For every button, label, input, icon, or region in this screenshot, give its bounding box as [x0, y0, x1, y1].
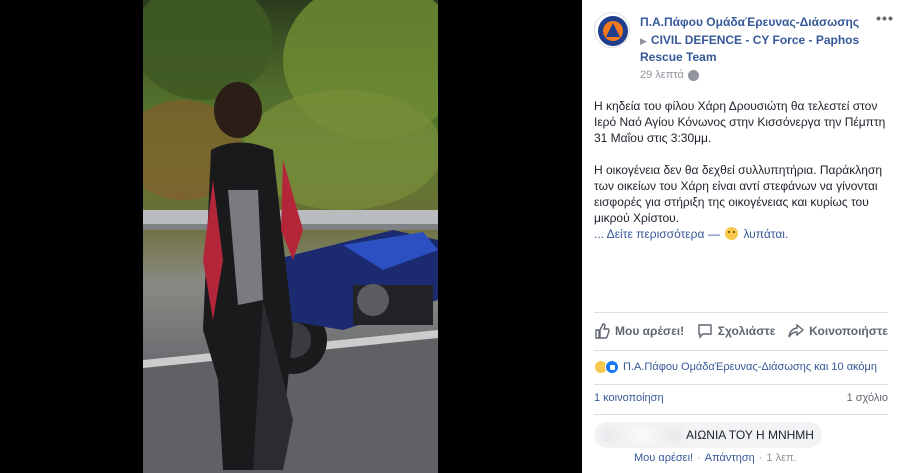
- share-button[interactable]: Κοινοποιήστε: [788, 323, 888, 339]
- thumbs-up-icon: [595, 323, 610, 339]
- more-options-button[interactable]: •••: [876, 11, 894, 28]
- post-meta: 29 λεπτά: [640, 68, 699, 82]
- like-button[interactable]: Μου αρέσει!: [594, 323, 684, 339]
- post-side-panel: Π.Α.Πάφου ΟμάδαΈρευνας-Διάσωσης ▶ CIVIL D…: [582, 0, 900, 473]
- post-actions: Μου αρέσει! Σχολιάστε Κοινοποιήστε: [594, 318, 888, 344]
- comment-reply-link[interactable]: Απάντηση: [705, 452, 755, 464]
- see-more-link[interactable]: ... Δείτε περισσότερα: [594, 227, 704, 241]
- globe-icon: [687, 69, 699, 81]
- group-link[interactable]: ▶ CIVIL DEFENCE - CY Force - Paphos Rescu…: [640, 32, 872, 65]
- group-name[interactable]: CIVIL DEFENCE - CY Force - Paphos Rescue…: [640, 33, 859, 64]
- like-label: Μου αρέσει!: [615, 324, 685, 338]
- photo-viewer: [0, 0, 582, 473]
- comment-time[interactable]: 1 λεπ.: [766, 452, 796, 464]
- divider: [594, 350, 888, 351]
- post-paragraph: Η οικογένεια δεν θα δεχθεί συλλυπητήρια.…: [594, 162, 890, 242]
- separator: ·: [697, 452, 701, 464]
- page-title[interactable]: Π.Α.Πάφου ΟμάδαΈρευνας-Διάσωσης: [640, 14, 872, 30]
- comment-button[interactable]: Σχολιάστε: [697, 323, 776, 339]
- post-time[interactable]: 29 λεπτά: [640, 68, 684, 82]
- photo-theater: Π.Α.Πάφου ΟμάδαΈρευνας-Διάσωσης ▶ CIVIL D…: [0, 0, 900, 473]
- page-avatar[interactable]: [594, 12, 630, 48]
- divider: [594, 414, 888, 415]
- post-stats: 1 κοινοποίηση 1 σχόλιο: [594, 392, 888, 408]
- divider: [594, 312, 888, 313]
- comment-actions: Μου αρέσει! · Απάντηση · 1 λεπ.: [634, 452, 797, 464]
- share-label: Κοινοποιήστε: [809, 324, 888, 338]
- like-reaction-icon: [605, 360, 619, 374]
- comment-like-link[interactable]: Μου αρέσει!: [634, 452, 693, 464]
- shares-count[interactable]: 1 κοινοποίηση: [594, 392, 664, 408]
- feeling-dash: —: [707, 227, 720, 241]
- civil-defence-logo: [598, 16, 628, 46]
- redacted-commenter: [602, 427, 682, 443]
- triangle-right-icon: ▶: [640, 36, 647, 46]
- post-paragraph: Η κηδεία του φίλου Χάρη Δρουσιώτη θα τελ…: [594, 99, 886, 145]
- share-icon: [788, 323, 805, 338]
- sad-emoji-icon: [725, 227, 739, 240]
- comment-bubble: ΑΙΩΝΙΑ ΤΟΥ Η ΜΝΗΜΗ: [594, 422, 822, 448]
- comment-item: ΑΙΩΝΙΑ ΤΟΥ Η ΜΝΗΜΗ Μου αρέσει! · Απάντησ…: [594, 422, 888, 468]
- post-photo[interactable]: [143, 0, 438, 473]
- comments-count[interactable]: 1 σχόλιο: [847, 392, 888, 408]
- post-header: Π.Α.Πάφου ΟμάδαΈρευνας-Διάσωσης ▶ CIVIL D…: [594, 11, 894, 84]
- photo-illustration: [143, 0, 438, 473]
- separator: ·: [758, 452, 763, 464]
- comment-text: ΑΙΩΝΙΑ ΤΟΥ Η ΜΝΗΜΗ: [686, 428, 814, 442]
- feeling-text[interactable]: λυπάται.: [743, 227, 788, 241]
- reactions-text[interactable]: Π.Α.Πάφου ΟμάδαΈρευνας-Διάσωσης και 10 α…: [623, 361, 877, 373]
- divider: [594, 384, 888, 385]
- post-paragraph-text: Η οικογένεια δεν θα δεχθεί συλλυπητήρια.…: [594, 163, 882, 225]
- comment-icon: [698, 324, 712, 339]
- reactions-summary[interactable]: Π.Α.Πάφου ΟμάδαΈρευνας-Διάσωσης και 10 α…: [594, 358, 888, 376]
- comment-label: Σχολιάστε: [717, 324, 776, 338]
- post-body: Η κηδεία του φίλου Χάρη Δρουσιώτη θα τελ…: [594, 98, 890, 242]
